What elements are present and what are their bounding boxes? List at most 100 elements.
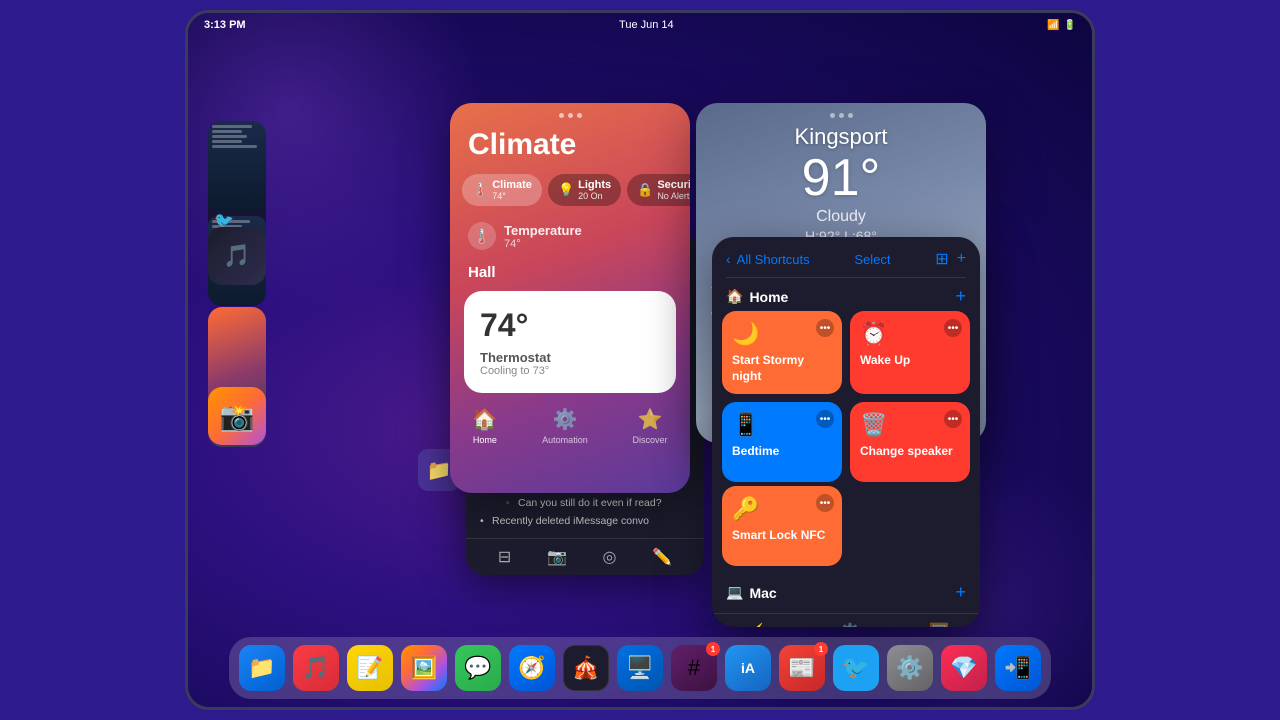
wifi-icon: 📶 <box>1047 20 1059 31</box>
home-section-icon: 🏠 <box>726 288 743 305</box>
shortcuts-all-label[interactable]: All Shortcuts <box>737 252 810 267</box>
grid-icon[interactable]: ⊞ <box>935 249 948 269</box>
shortcuts-title-label[interactable]: Select <box>854 252 890 267</box>
dock-slack[interactable]: # 1 <box>671 645 717 691</box>
search-icon[interactable]: ◎ <box>603 547 617 567</box>
screens-icon: 🖥️ <box>626 655 653 681</box>
dock-safari[interactable]: 🧭 <box>509 645 555 691</box>
security-tab-sub: No Alerts <box>657 191 690 201</box>
gallery-icon: 🖼️ <box>929 622 949 627</box>
safari-icon: 🧭 <box>518 655 545 681</box>
nav-gallery[interactable]: 🖼️ Gallery <box>927 622 952 627</box>
dock-files[interactable]: 📁 <box>239 645 285 691</box>
lights-tab-label: Lights <box>578 179 611 191</box>
home-section-text: Home <box>749 289 788 305</box>
shortcuts-bottom-nav: ⚡ Shortcuts ⚙️ Automation 🖼️ Gallery <box>712 613 980 627</box>
notes-icon: 📝 <box>356 655 383 681</box>
dock-notes[interactable]: 📝 <box>347 645 393 691</box>
shortcut-stormy[interactable]: ••• 🌙 Start Stormy night <box>722 311 842 394</box>
automation-nav-label: Automation <box>542 435 588 445</box>
shortcut-more-icon[interactable]: ••• <box>944 319 962 337</box>
add-icon[interactable]: + <box>957 250 966 268</box>
nav-automation[interactable]: ⚙️ Automation <box>830 622 870 627</box>
list-icon[interactable]: ⊟ <box>498 547 511 567</box>
dock-ia[interactable]: iA <box>725 645 771 691</box>
shortcuts-mac-section: 💻 Mac + <box>712 574 980 607</box>
home-section-label: 🏠 Home <box>726 288 788 305</box>
music-icon: 🎵 <box>302 655 329 681</box>
nav-shortcuts[interactable]: ⚡ Shortcuts <box>740 622 774 627</box>
climate-nav: 🏠 Home ⚙️ Automation ⭐ Discover <box>450 393 690 455</box>
shortcuts-home-section: 🏠 Home + <box>712 278 980 311</box>
climate-tab-lights[interactable]: 💡 Lights 20 On <box>548 174 621 206</box>
dock-store[interactable]: 💎 <box>941 645 987 691</box>
mac-section-add[interactable]: + <box>955 582 966 603</box>
windows-area: 🐦 🎵 📁 📸 ‹ AppleInsider ••• WWDC Event iO… <box>188 41 1092 637</box>
shortcut-more-icon[interactable]: ••• <box>816 319 834 337</box>
sub-item: Can you still do it even if read? <box>506 495 690 511</box>
smartlock-label: Smart Lock NFC <box>732 528 832 544</box>
temp-label: Temperature <box>504 223 582 238</box>
messages-icon: 💬 <box>464 655 491 681</box>
vinyls-icon: 🎪 <box>572 655 599 681</box>
mac-section-icon: 💻 <box>726 584 743 601</box>
discover-nav-label: Discover <box>633 435 668 445</box>
lights-tab-icon: 💡 <box>558 182 574 198</box>
climate-tab-sub: 74° <box>492 191 532 201</box>
home-section-add[interactable]: + <box>955 286 966 307</box>
shortcuts-nav-icon: ⚡ <box>747 622 767 627</box>
dock-twitter[interactable]: 🐦 <box>833 645 879 691</box>
files-icon: 📁 <box>248 655 275 681</box>
dock-settings[interactable]: ⚙️ <box>887 645 933 691</box>
dock-vinyls[interactable]: 🎪 <box>563 645 609 691</box>
slack-badge: 1 <box>706 642 720 656</box>
bedtime-label: Bedtime <box>732 444 832 460</box>
camera-icon[interactable]: 📷 <box>547 547 567 567</box>
shortcut-speaker[interactable]: ••• 🗑️ Change speaker <box>850 402 970 482</box>
weather-dots <box>696 103 986 122</box>
dock-screens[interactable]: 🖥️ <box>617 645 663 691</box>
thermostat-card[interactable]: 74° Thermostat Cooling to 73° <box>464 291 676 393</box>
temperature-row: 🌡️ Temperature 74° <box>450 206 690 258</box>
card-toolbar: ⊟ 📷 ◎ ✏️ <box>466 538 704 575</box>
home-nav-label: Home <box>473 435 497 445</box>
mac-section-label: 💻 Mac <box>726 584 777 601</box>
shortcut-wakeup[interactable]: ••• ⏰ Wake Up <box>850 311 970 394</box>
dock-photos[interactable]: 🖼️ <box>401 645 447 691</box>
compose-icon[interactable]: ✏️ <box>652 547 672 567</box>
shortcut-bedtime[interactable]: ••• 📱 Bedtime <box>722 402 842 482</box>
shortcut-smartlock[interactable]: ••• 🔑 Smart Lock NFC <box>722 486 842 566</box>
shortcuts-card[interactable]: ‹ All Shortcuts Select ⊞ + 🏠 Home + <box>712 237 980 627</box>
dock-messages[interactable]: 💬 <box>455 645 501 691</box>
climate-nav-home[interactable]: 🏠 Home <box>472 407 497 445</box>
wakeup-label: Wake Up <box>860 353 960 369</box>
climate-card[interactable]: Climate 🌡️ Climate 74° 💡 Lights 20 On <box>450 103 690 493</box>
photos-icon-card[interactable]: 📸 <box>208 387 266 445</box>
dock-apps[interactable]: 📲 <box>995 645 1041 691</box>
photos-icon: 📸 <box>220 400 255 433</box>
climate-tab-security[interactable]: 🔒 Security No Alerts <box>627 174 690 206</box>
status-time: 3:13 PM <box>204 19 246 31</box>
bullet-item: Recently deleted iMessage convo <box>480 513 690 529</box>
shortcuts-back-icon[interactable]: ‹ <box>726 251 731 267</box>
automation-icon: ⚙️ <box>840 622 860 627</box>
status-date: Tue Jun 14 <box>619 19 674 31</box>
speaker-label: Change speaker <box>860 444 960 460</box>
shazam-icon-card[interactable]: 🎵 <box>208 227 266 285</box>
status-bar: 3:13 PM Tue Jun 14 📶 🔋 <box>188 13 1092 37</box>
home-nav-icon: 🏠 <box>472 407 497 432</box>
twitter-preview <box>208 121 266 211</box>
settings-icon: ⚙️ <box>896 655 923 681</box>
ipad-frame: 3:13 PM Tue Jun 14 📶 🔋 <box>185 10 1095 710</box>
photos-dock-icon: 🖼️ <box>410 655 437 681</box>
dock-music[interactable]: 🎵 <box>293 645 339 691</box>
thermostat-temp: 74° <box>480 307 660 344</box>
climate-nav-discover[interactable]: ⭐ Discover <box>633 407 668 445</box>
climate-tab-climate[interactable]: 🌡️ Climate 74° <box>462 174 542 206</box>
dock-reeder[interactable]: 📰 1 <box>779 645 825 691</box>
store-icon: 💎 <box>950 655 977 681</box>
status-icons: 📶 🔋 <box>1047 20 1076 31</box>
shortcuts-grid: ••• 🌙 Start Stormy night ••• ⏰ Wake Up •… <box>712 311 980 482</box>
climate-nav-automation[interactable]: ⚙️ Automation <box>542 407 588 445</box>
climate-dots <box>450 103 690 124</box>
